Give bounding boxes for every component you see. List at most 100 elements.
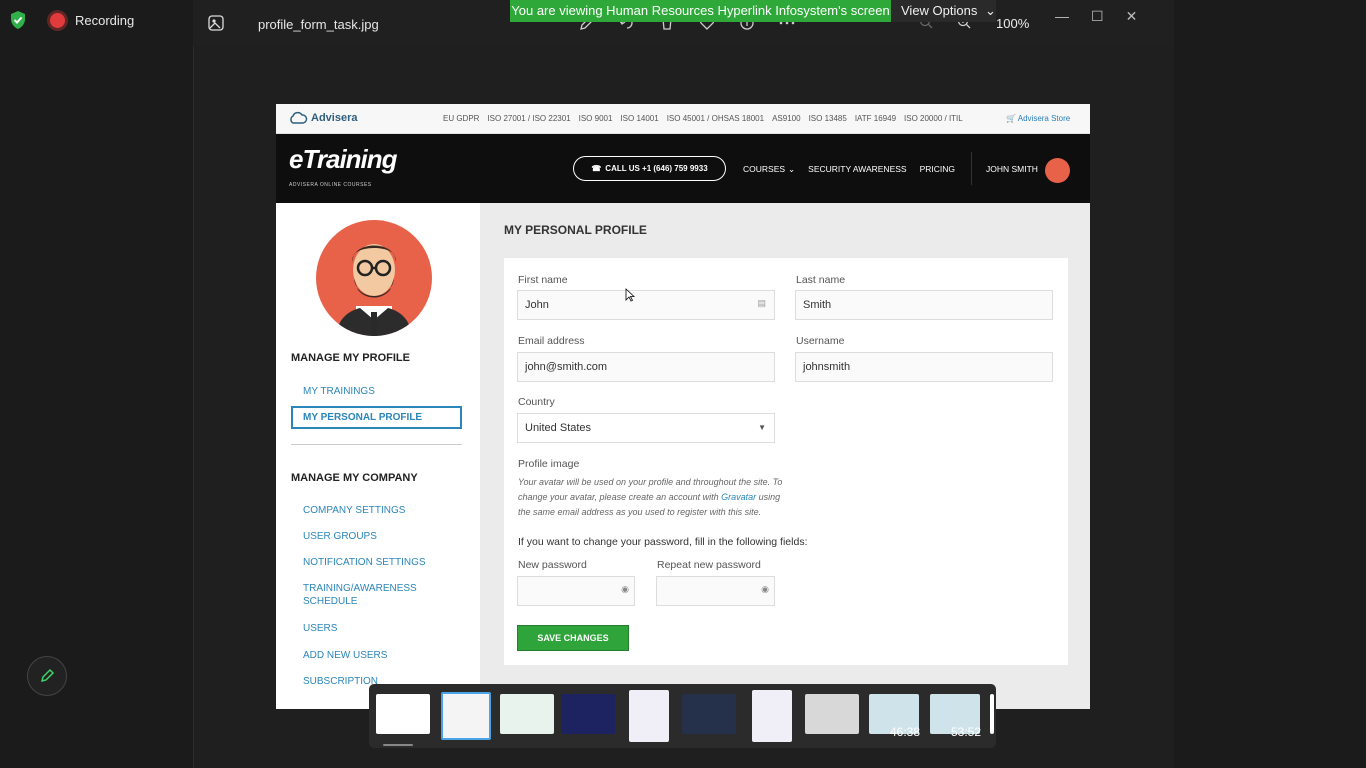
key-icon: ◉ xyxy=(761,584,769,594)
std-link[interactable]: ISO 14001 xyxy=(620,114,658,123)
user-menu[interactable]: JOHN SMITH xyxy=(986,164,1038,174)
etraining-subtitle: ADVISERA ONLINE COURSES xyxy=(289,182,372,188)
std-link[interactable]: EU GDPR xyxy=(443,114,479,123)
thumbnail[interactable] xyxy=(629,690,669,742)
call-us-label: CALL US +1 (646) 759 9933 xyxy=(605,164,708,173)
left-panel xyxy=(0,0,193,768)
call-us-button[interactable]: ☎ CALL US +1 (646) 759 9933 xyxy=(573,156,726,181)
chevron-down-icon: ⌄ xyxy=(788,164,796,174)
advisera-logo[interactable]: Advisera xyxy=(288,111,357,125)
note-line-1: Your avatar will be used on your profile… xyxy=(518,477,783,487)
window-controls: — ☐ ✕ xyxy=(1055,8,1137,25)
thumbnail[interactable] xyxy=(752,690,792,742)
sidebar-item-my-trainings[interactable]: MY TRAININGS xyxy=(303,385,375,398)
first-name-label: First name xyxy=(518,274,568,286)
caret-down-icon: ▼ xyxy=(758,423,766,432)
gallery-icon[interactable] xyxy=(207,14,225,32)
pencil-button[interactable] xyxy=(27,656,67,696)
filmstrip: 46:38 53:52 xyxy=(369,684,996,748)
advisera-brand-text: Advisera xyxy=(311,112,358,124)
std-link[interactable]: ISO 13485 xyxy=(809,114,847,123)
email-label: Email address xyxy=(518,335,585,347)
std-link[interactable]: IATF 16949 xyxy=(855,114,896,123)
nav-divider xyxy=(971,152,972,185)
last-name-label: Last name xyxy=(796,274,846,286)
contact-card-icon: ▤ xyxy=(757,298,766,308)
std-link[interactable]: ISO 45001 / OHSAS 18001 xyxy=(667,114,764,123)
new-password-field[interactable]: ◉ xyxy=(517,576,635,606)
close-icon[interactable]: ✕ xyxy=(1126,8,1138,25)
shield-icon xyxy=(8,10,28,30)
avatar[interactable] xyxy=(1045,158,1070,183)
manage-profile-heading: MANAGE MY PROFILE xyxy=(291,352,410,364)
manage-company-heading: MANAGE MY COMPANY xyxy=(291,472,418,484)
thumbnail[interactable] xyxy=(500,694,554,734)
username-label: Username xyxy=(796,335,845,347)
thumbnail[interactable] xyxy=(805,694,859,734)
page-title: MY PERSONAL PROFILE xyxy=(504,223,647,237)
nav-security-awareness[interactable]: SECURITY AWARENESS xyxy=(808,164,906,175)
sidebar-item-my-personal-profile[interactable]: MY PERSONAL PROFILE xyxy=(291,406,462,429)
store-link[interactable]: 🛒 Advisera Store xyxy=(1006,114,1070,123)
maximize-icon[interactable]: ☐ xyxy=(1091,8,1104,25)
first-name-field[interactable]: John ▤ xyxy=(517,290,775,320)
sidebar-divider xyxy=(291,444,462,445)
recording-label: Recording xyxy=(75,13,135,28)
mouse-cursor-icon xyxy=(625,288,635,302)
std-link[interactable]: ISO 27001 / ISO 22301 xyxy=(487,114,570,123)
gravatar-link[interactable]: Gravatar xyxy=(721,492,756,502)
view-options-button[interactable]: View Options ⌄ xyxy=(891,0,996,22)
cloud-icon xyxy=(290,111,308,124)
save-changes-button[interactable]: SAVE CHANGES xyxy=(517,625,629,651)
thumbnail[interactable] xyxy=(682,694,736,734)
nav-courses[interactable]: COURSES xyxy=(743,164,785,175)
profile-image-note: Your avatar will be used on your profile… xyxy=(518,475,788,520)
sidebar-item-subscription[interactable]: SUBSCRIPTION xyxy=(303,675,378,688)
first-name-value: John xyxy=(525,299,549,311)
sidebar-item-user-groups[interactable]: USER GROUPS xyxy=(303,530,377,543)
viewer-filename: profile_form_task.jpg xyxy=(258,17,379,32)
country-select[interactable]: United States ▼ xyxy=(517,413,775,443)
last-name-field[interactable]: Smith xyxy=(795,290,1053,320)
thumbnail[interactable] xyxy=(376,694,430,734)
new-password-label: New password xyxy=(518,559,587,571)
thumbnail-duration: 46:38 xyxy=(890,725,921,739)
repeat-password-field[interactable]: ◉ xyxy=(656,576,775,606)
sidebar-item-users[interactable]: USERS xyxy=(303,622,337,635)
std-link[interactable]: ISO 9001 xyxy=(579,114,613,123)
etraining-logo[interactable]: eTraining xyxy=(289,144,398,175)
pencil-icon xyxy=(40,668,55,683)
web-page: Advisera EU GDPR ISO 27001 / ISO 22301 I… xyxy=(276,104,1090,709)
zoom-level: 100% xyxy=(996,16,1030,31)
username-field[interactable]: johnsmith xyxy=(795,352,1053,382)
chevron-down-icon: ⌄ xyxy=(984,3,996,18)
sidebar-item-company-settings[interactable]: COMPANY SETTINGS xyxy=(303,504,405,517)
thumbnail[interactable] xyxy=(561,694,615,734)
store-link-label: Advisera Store xyxy=(1017,114,1071,123)
std-link[interactable]: ISO 20000 / ITIL xyxy=(904,114,963,123)
screen-share-banner: You are viewing Human Resources Hyperlin… xyxy=(510,0,891,22)
sidebar-item-add-new-users[interactable]: ADD NEW USERS xyxy=(303,649,387,662)
country-label: Country xyxy=(518,396,555,408)
nav-pricing[interactable]: PRICING xyxy=(920,164,955,175)
thumbnail-duration: 53:52 xyxy=(951,725,982,739)
key-icon: ◉ xyxy=(621,584,629,594)
minimize-icon[interactable]: — xyxy=(1055,8,1069,25)
view-options-label: View Options xyxy=(901,3,978,18)
profile-avatar xyxy=(316,220,432,336)
email-field[interactable]: john@smith.com xyxy=(517,352,775,382)
country-value: United States xyxy=(525,422,592,434)
note-line-2: change your avatar, please create an acc… xyxy=(518,492,722,502)
password-hint: If you want to change your password, fil… xyxy=(518,536,808,548)
std-link[interactable]: AS9100 xyxy=(772,114,800,123)
thumbnail-selected[interactable] xyxy=(441,692,491,740)
standards-links: EU GDPR ISO 27001 / ISO 22301 ISO 9001 I… xyxy=(443,114,963,123)
repeat-password-label: Repeat new password xyxy=(657,559,761,571)
thumbnail[interactable] xyxy=(990,694,994,734)
recording-dot-icon xyxy=(50,13,65,28)
phone-icon: ☎ xyxy=(591,164,602,173)
cart-icon: 🛒 xyxy=(1006,114,1016,123)
sidebar-item-notification-settings[interactable]: NOTIFICATION SETTINGS xyxy=(303,556,426,569)
sidebar-item-training-schedule[interactable]: TRAINING/AWARENESS SCHEDULE xyxy=(303,582,433,608)
main-nav: COURSES ⌄ SECURITY AWARENESS PRICING xyxy=(743,164,955,175)
